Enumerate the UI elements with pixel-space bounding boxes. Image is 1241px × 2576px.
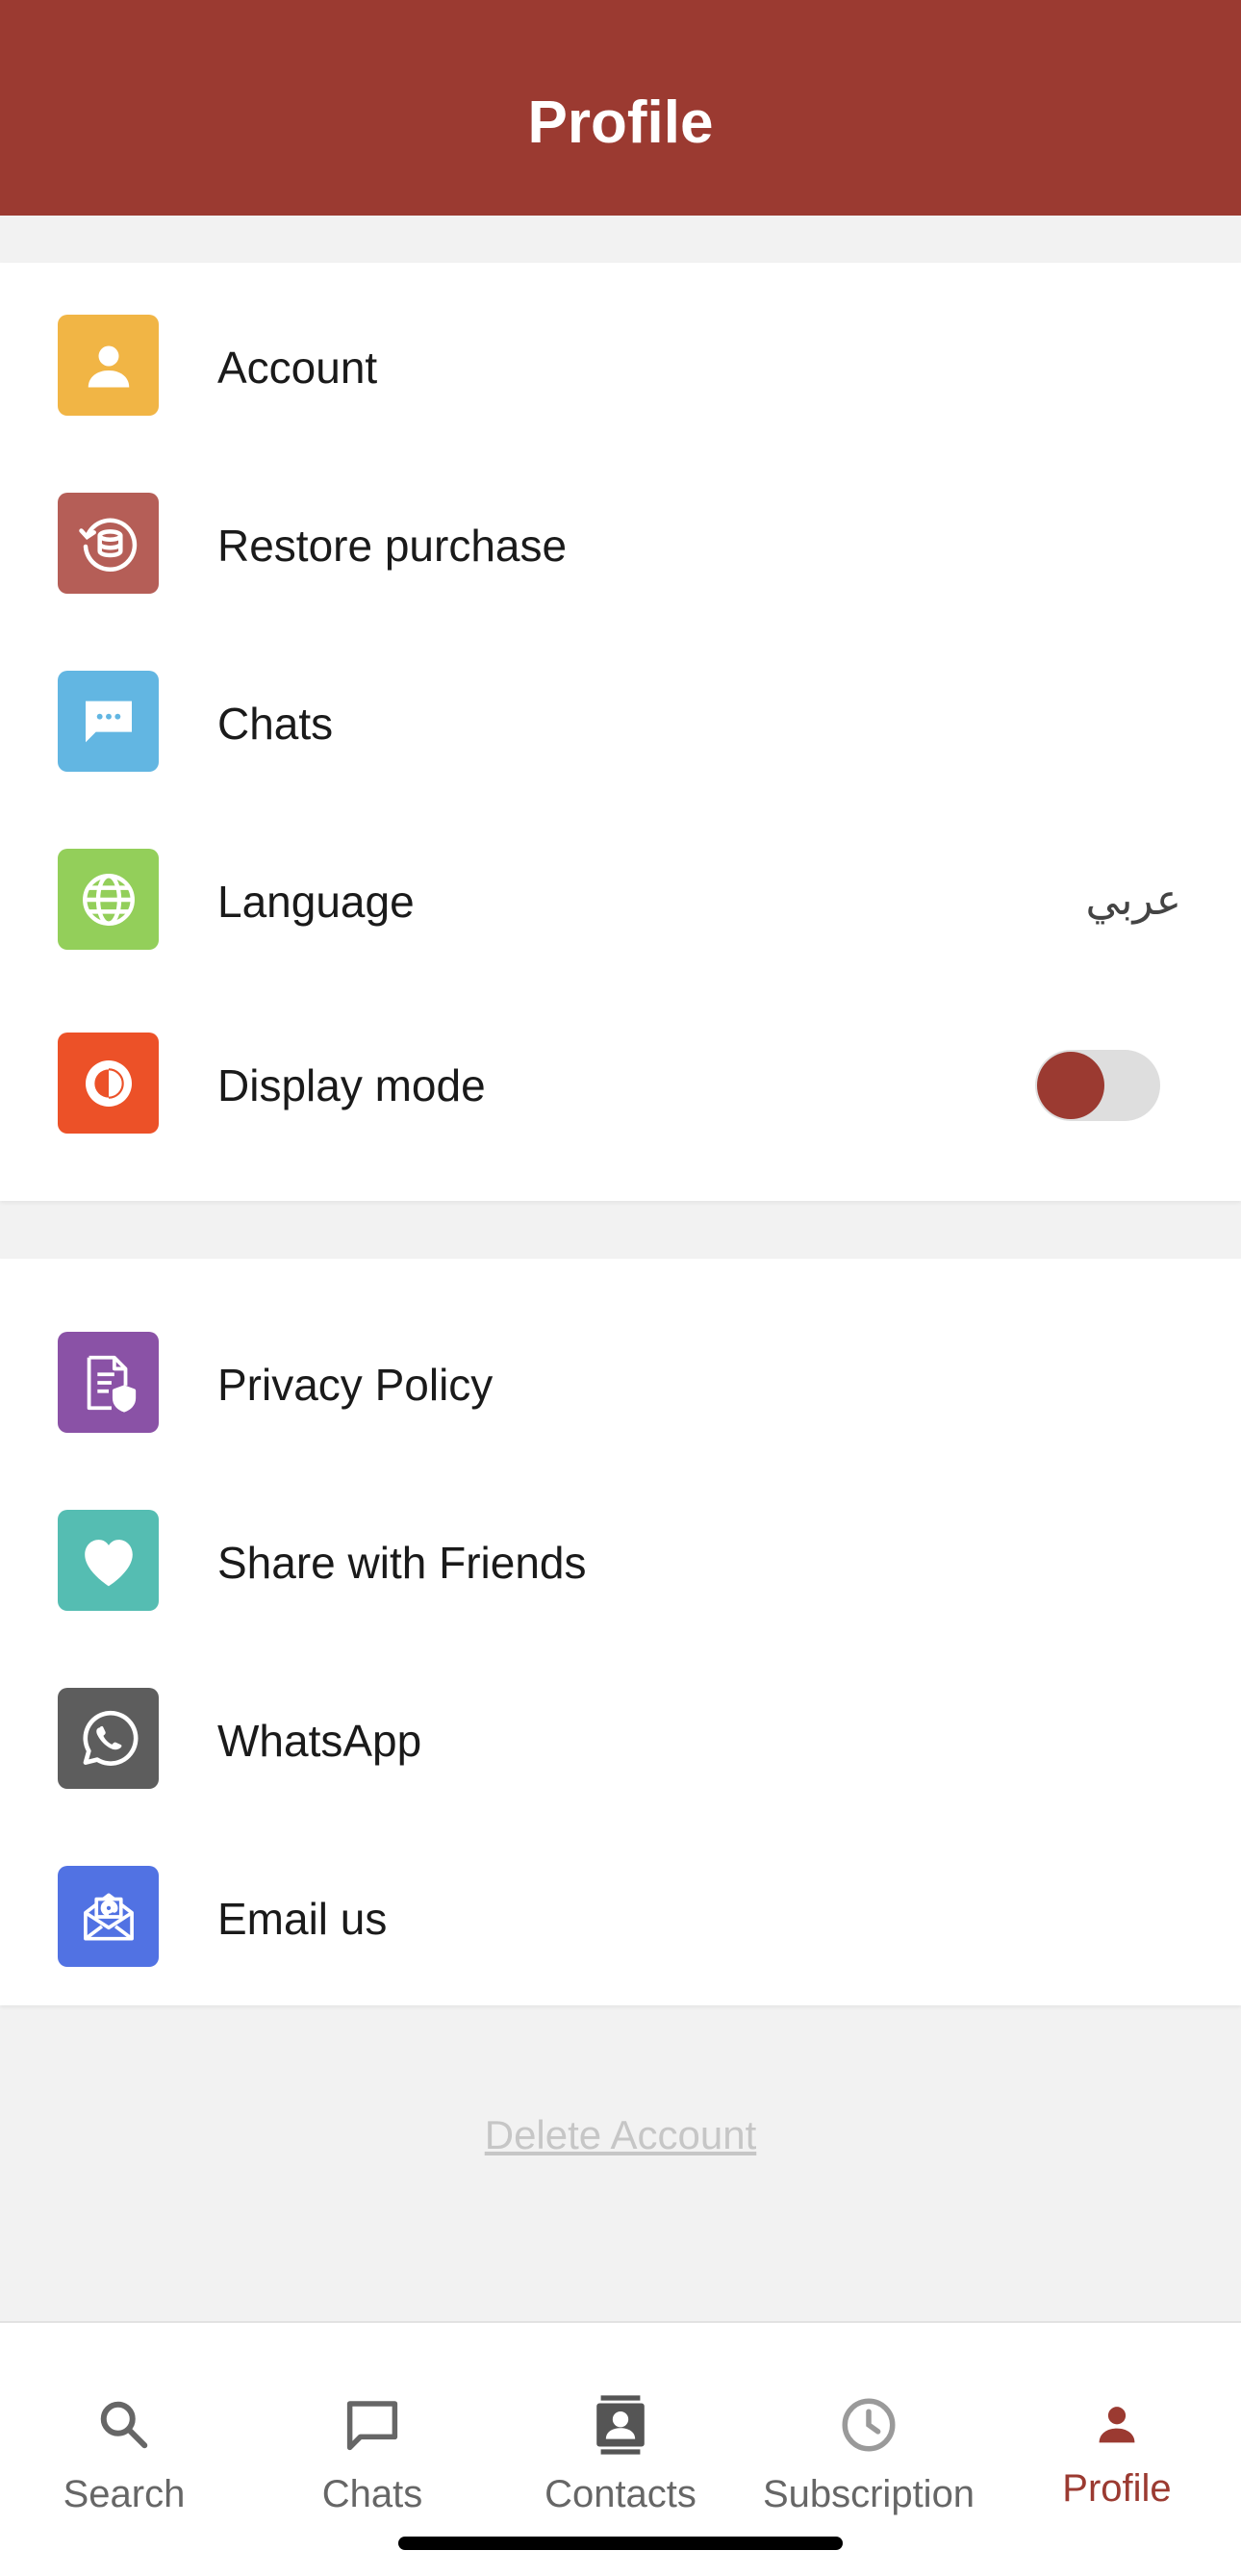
contacts-icon (496, 2386, 745, 2463)
search-icon (0, 2386, 248, 2463)
chat-bubble-icon (58, 671, 159, 772)
tab-chats[interactable]: Chats (248, 2323, 496, 2535)
restore-purchase-label: Restore purchase (217, 521, 568, 571)
language-label: Language (217, 877, 415, 927)
share-with-friends-label: Share with Friends (217, 1538, 587, 1588)
globe-icon (58, 849, 159, 950)
whatsapp-icon (58, 1688, 159, 1789)
restore-purchase-row[interactable]: Restore purchase (0, 475, 1241, 620)
tab-search-label: Search (63, 2473, 186, 2515)
tab-search[interactable]: Search (0, 2323, 248, 2535)
contrast-icon (58, 1033, 159, 1134)
account-label: Account (217, 343, 378, 393)
whatsapp-label: WhatsApp (217, 1716, 422, 1766)
tab-subscription-label: Subscription (762, 2473, 975, 2515)
tab-subscription[interactable]: Subscription (745, 2323, 993, 2535)
envelope-icon (58, 1866, 159, 1967)
toggle-knob (1037, 1052, 1104, 1119)
tab-contacts-label: Contacts (545, 2473, 696, 2515)
restore-coins-icon (58, 493, 159, 594)
chats-label: Chats (217, 699, 334, 749)
display-mode-label: Display mode (217, 1060, 486, 1110)
privacy-policy-row[interactable]: Privacy Policy (0, 1314, 1241, 1459)
email-us-row[interactable]: Email us (0, 1849, 1241, 1993)
chat-icon (248, 2386, 496, 2463)
document-shield-icon (58, 1332, 159, 1433)
tab-profile[interactable]: Profile (993, 2323, 1241, 2535)
account-row[interactable]: Account (0, 297, 1241, 442)
tab-contacts[interactable]: Contacts (496, 2323, 745, 2535)
language-value: عربي (1085, 877, 1181, 924)
home-indicator (398, 2537, 843, 2550)
tab-chats-label: Chats (321, 2473, 423, 2515)
whatsapp-row[interactable]: WhatsApp (0, 1671, 1241, 1815)
heart-icon (58, 1510, 159, 1611)
share-with-friends-row[interactable]: Share with Friends (0, 1492, 1241, 1637)
settings-card: Account Restore purchase Chats Language … (0, 263, 1241, 1201)
person-icon (58, 315, 159, 416)
display-mode-row: Display mode (0, 1015, 1241, 1160)
privacy-policy-label: Privacy Policy (217, 1360, 494, 1410)
chats-row[interactable]: Chats (0, 653, 1241, 798)
person-icon (993, 2386, 1241, 2463)
app-header: Profile (0, 0, 1241, 216)
support-card: Privacy Policy Share with Friends WhatsA… (0, 1259, 1241, 2005)
language-row[interactable]: Language عربي (0, 831, 1241, 976)
display-mode-toggle[interactable] (1035, 1050, 1160, 1121)
tab-profile-label: Profile (1062, 2467, 1172, 2510)
page-title: Profile (527, 89, 714, 156)
delete-account-link[interactable]: Delete Account (0, 2112, 1241, 2158)
email-us-label: Email us (217, 1894, 388, 1944)
clock-icon (745, 2386, 993, 2463)
